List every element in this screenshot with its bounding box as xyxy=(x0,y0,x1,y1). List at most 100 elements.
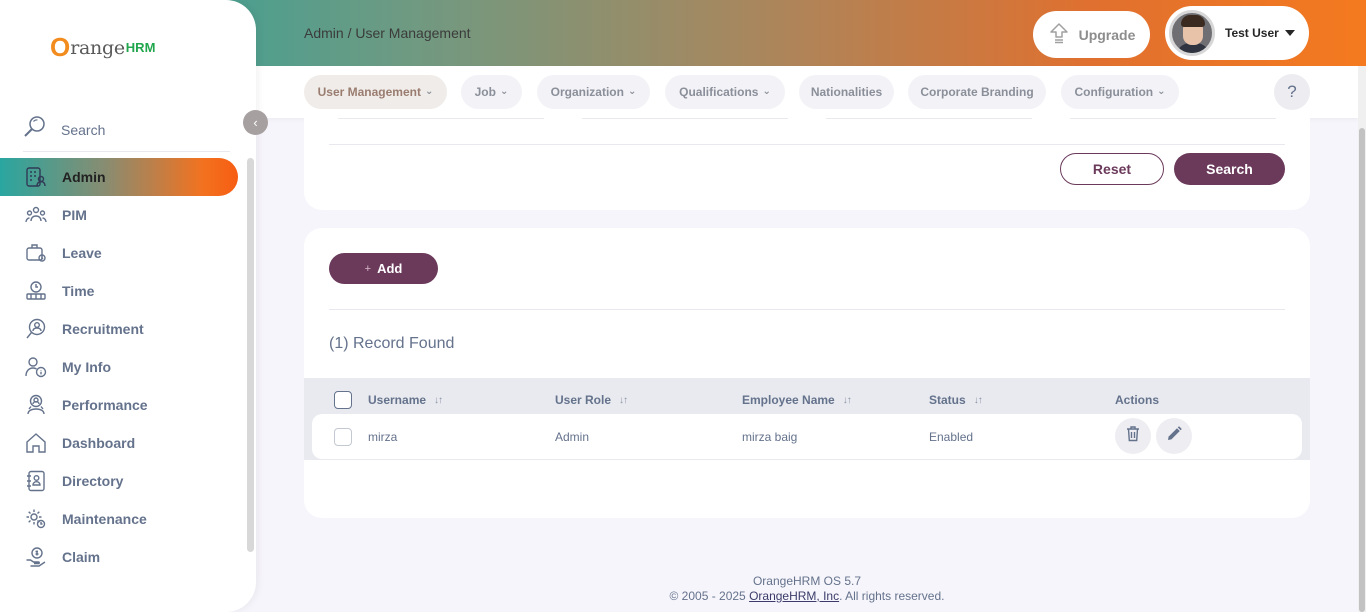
reset-button[interactable]: Reset xyxy=(1060,153,1164,185)
tab-configuration[interactable]: Configuration ⌄ xyxy=(1061,75,1179,109)
sidebar-collapse-button[interactable]: ‹ xyxy=(243,110,268,135)
sidebar-scrollbar[interactable] xyxy=(247,158,254,552)
sidebar-item-directory[interactable]: Directory xyxy=(0,462,238,500)
sidebar-item-dashboard[interactable]: Dashboard xyxy=(0,424,238,462)
sidebar-item-leave[interactable]: Leave xyxy=(0,234,238,272)
cell-status: Enabled xyxy=(929,430,974,444)
sidebar-item-my-info[interactable]: My Info xyxy=(0,348,238,386)
tab-qualifications[interactable]: Qualifications ⌄ xyxy=(665,75,785,109)
edit-button[interactable] xyxy=(1156,418,1192,454)
column-label: Status xyxy=(929,393,966,407)
records-count: (1) Record Found xyxy=(329,335,455,352)
tab-label: User Management xyxy=(317,85,421,99)
tab-organization[interactable]: Organization ⌄ xyxy=(537,75,650,109)
sort-icon[interactable]: ↓↑ xyxy=(434,395,443,406)
filter-card: Reset Search xyxy=(304,118,1310,210)
logo-o: O xyxy=(50,32,71,62)
chevron-down-icon: ⌄ xyxy=(424,85,434,97)
column-status: Status ↓↑ xyxy=(929,393,983,407)
add-button[interactable]: + Add xyxy=(329,253,438,284)
claim-icon xyxy=(24,545,48,569)
sidebar-item-performance[interactable]: Performance xyxy=(0,386,238,424)
add-label: Add xyxy=(377,261,403,276)
chevron-down-icon: ⌄ xyxy=(499,85,509,97)
company-link[interactable]: OrangeHRM, Inc xyxy=(749,589,839,603)
user-name: Test User xyxy=(1225,26,1279,40)
tab-job[interactable]: Job ⌄ xyxy=(461,75,522,109)
chevron-left-icon: ‹ xyxy=(253,115,258,130)
sidebar-item-label: Recruitment xyxy=(62,321,144,337)
page-scrollbar[interactable] xyxy=(1358,66,1366,612)
footer-copyright: © 2005 - 2025 OrangeHRM, Inc. All rights… xyxy=(669,589,945,603)
sidebar-search-input[interactable]: Search xyxy=(23,108,230,152)
sidebar-item-admin[interactable]: Admin xyxy=(0,158,238,196)
logo-range: range xyxy=(70,36,125,59)
user-dropdown[interactable]: Test User xyxy=(1165,6,1309,60)
sidebar-search-placeholder: Search xyxy=(61,121,106,138)
sidebar-item-label: Leave xyxy=(62,245,102,261)
sidebar-item-label: Performance xyxy=(62,397,148,413)
pencil-icon xyxy=(1165,425,1183,448)
breadcrumb: Admin / User Management xyxy=(304,25,471,41)
plus-icon: + xyxy=(364,262,372,275)
sidebar-item-time[interactable]: Time xyxy=(0,272,238,310)
dashboard-icon xyxy=(24,431,48,455)
sort-icon[interactable]: ↓↑ xyxy=(843,395,852,406)
caret-down-icon xyxy=(1284,30,1295,36)
column-label: User Role xyxy=(555,393,612,407)
tab-corporate-branding[interactable]: Corporate Branding xyxy=(908,75,1046,109)
logo-hrm: HRM xyxy=(125,40,156,55)
upgrade-button[interactable]: Upgrade xyxy=(1033,11,1150,58)
tab-label: Organization xyxy=(550,85,624,99)
select-all-checkbox[interactable] xyxy=(334,391,352,409)
column-label: Username xyxy=(368,393,427,407)
filter-field-underline xyxy=(338,118,544,119)
chevron-down-icon: ⌄ xyxy=(762,85,771,97)
column-label: Employee Name xyxy=(742,393,835,407)
filter-field-underline xyxy=(582,118,788,119)
column-user-role: User Role ↓↑ xyxy=(555,393,628,407)
pim-icon xyxy=(24,203,48,227)
sidebar-item-label: Time xyxy=(62,283,95,299)
footer-version: OrangeHRM OS 5.7 xyxy=(752,574,862,588)
sidebar-item-claim[interactable]: Claim xyxy=(0,538,238,576)
tab-label: Job xyxy=(474,85,496,99)
sidebar-item-recruitment[interactable]: Recruitment xyxy=(0,310,238,348)
divider xyxy=(329,309,1285,310)
page-scrollbar-thumb[interactable] xyxy=(1359,128,1365,612)
admin-icon xyxy=(24,165,48,189)
leave-icon xyxy=(24,241,48,265)
recruitment-icon xyxy=(24,317,48,341)
help-button[interactable]: ? xyxy=(1274,74,1310,110)
records-card: + Add (1) Record Found Username ↓↑ User R… xyxy=(304,228,1310,518)
maintenance-icon xyxy=(24,507,48,531)
tab-nationalities[interactable]: Nationalities xyxy=(799,75,894,109)
chevron-down-icon: ⌄ xyxy=(1157,85,1166,97)
cell-user-role: Admin xyxy=(555,430,590,444)
footer: OrangeHRM OS 5.7 © 2005 - 2025 OrangeHRM… xyxy=(256,574,1358,604)
sidebar-item-label: Admin xyxy=(62,169,106,185)
divider xyxy=(329,144,1285,145)
cell-username: mirza xyxy=(368,430,398,444)
trash-icon xyxy=(1125,425,1141,447)
tab-label: Nationalities xyxy=(810,85,883,99)
sort-icon[interactable]: ↓↑ xyxy=(974,395,983,406)
column-username: Username ↓↑ xyxy=(368,393,443,407)
sidebar-item-label: Directory xyxy=(62,473,124,489)
sidebar-item-maintenance[interactable]: Maintenance xyxy=(0,500,238,538)
sidebar-item-pim[interactable]: PIM xyxy=(0,196,238,234)
table-row[interactable]: mirza Admin mirza baig Enabled xyxy=(312,414,1302,459)
delete-button[interactable] xyxy=(1115,418,1151,454)
sidebar-item-label: Maintenance xyxy=(62,511,147,527)
filter-field-underline xyxy=(826,118,1032,119)
breadcrumb-separator: / xyxy=(343,25,356,41)
avatar xyxy=(1169,10,1215,56)
cell-employee-name: mirza baig xyxy=(742,430,798,444)
performance-icon xyxy=(24,393,48,417)
sidebar-item-label: Dashboard xyxy=(62,435,136,451)
brand-logo[interactable]: Orange HRM xyxy=(50,32,155,63)
search-button[interactable]: Search xyxy=(1174,153,1285,185)
tab-user-management[interactable]: User Management ⌄ xyxy=(304,75,447,109)
row-checkbox[interactable] xyxy=(334,428,352,446)
sort-icon[interactable]: ↓↑ xyxy=(619,395,628,406)
